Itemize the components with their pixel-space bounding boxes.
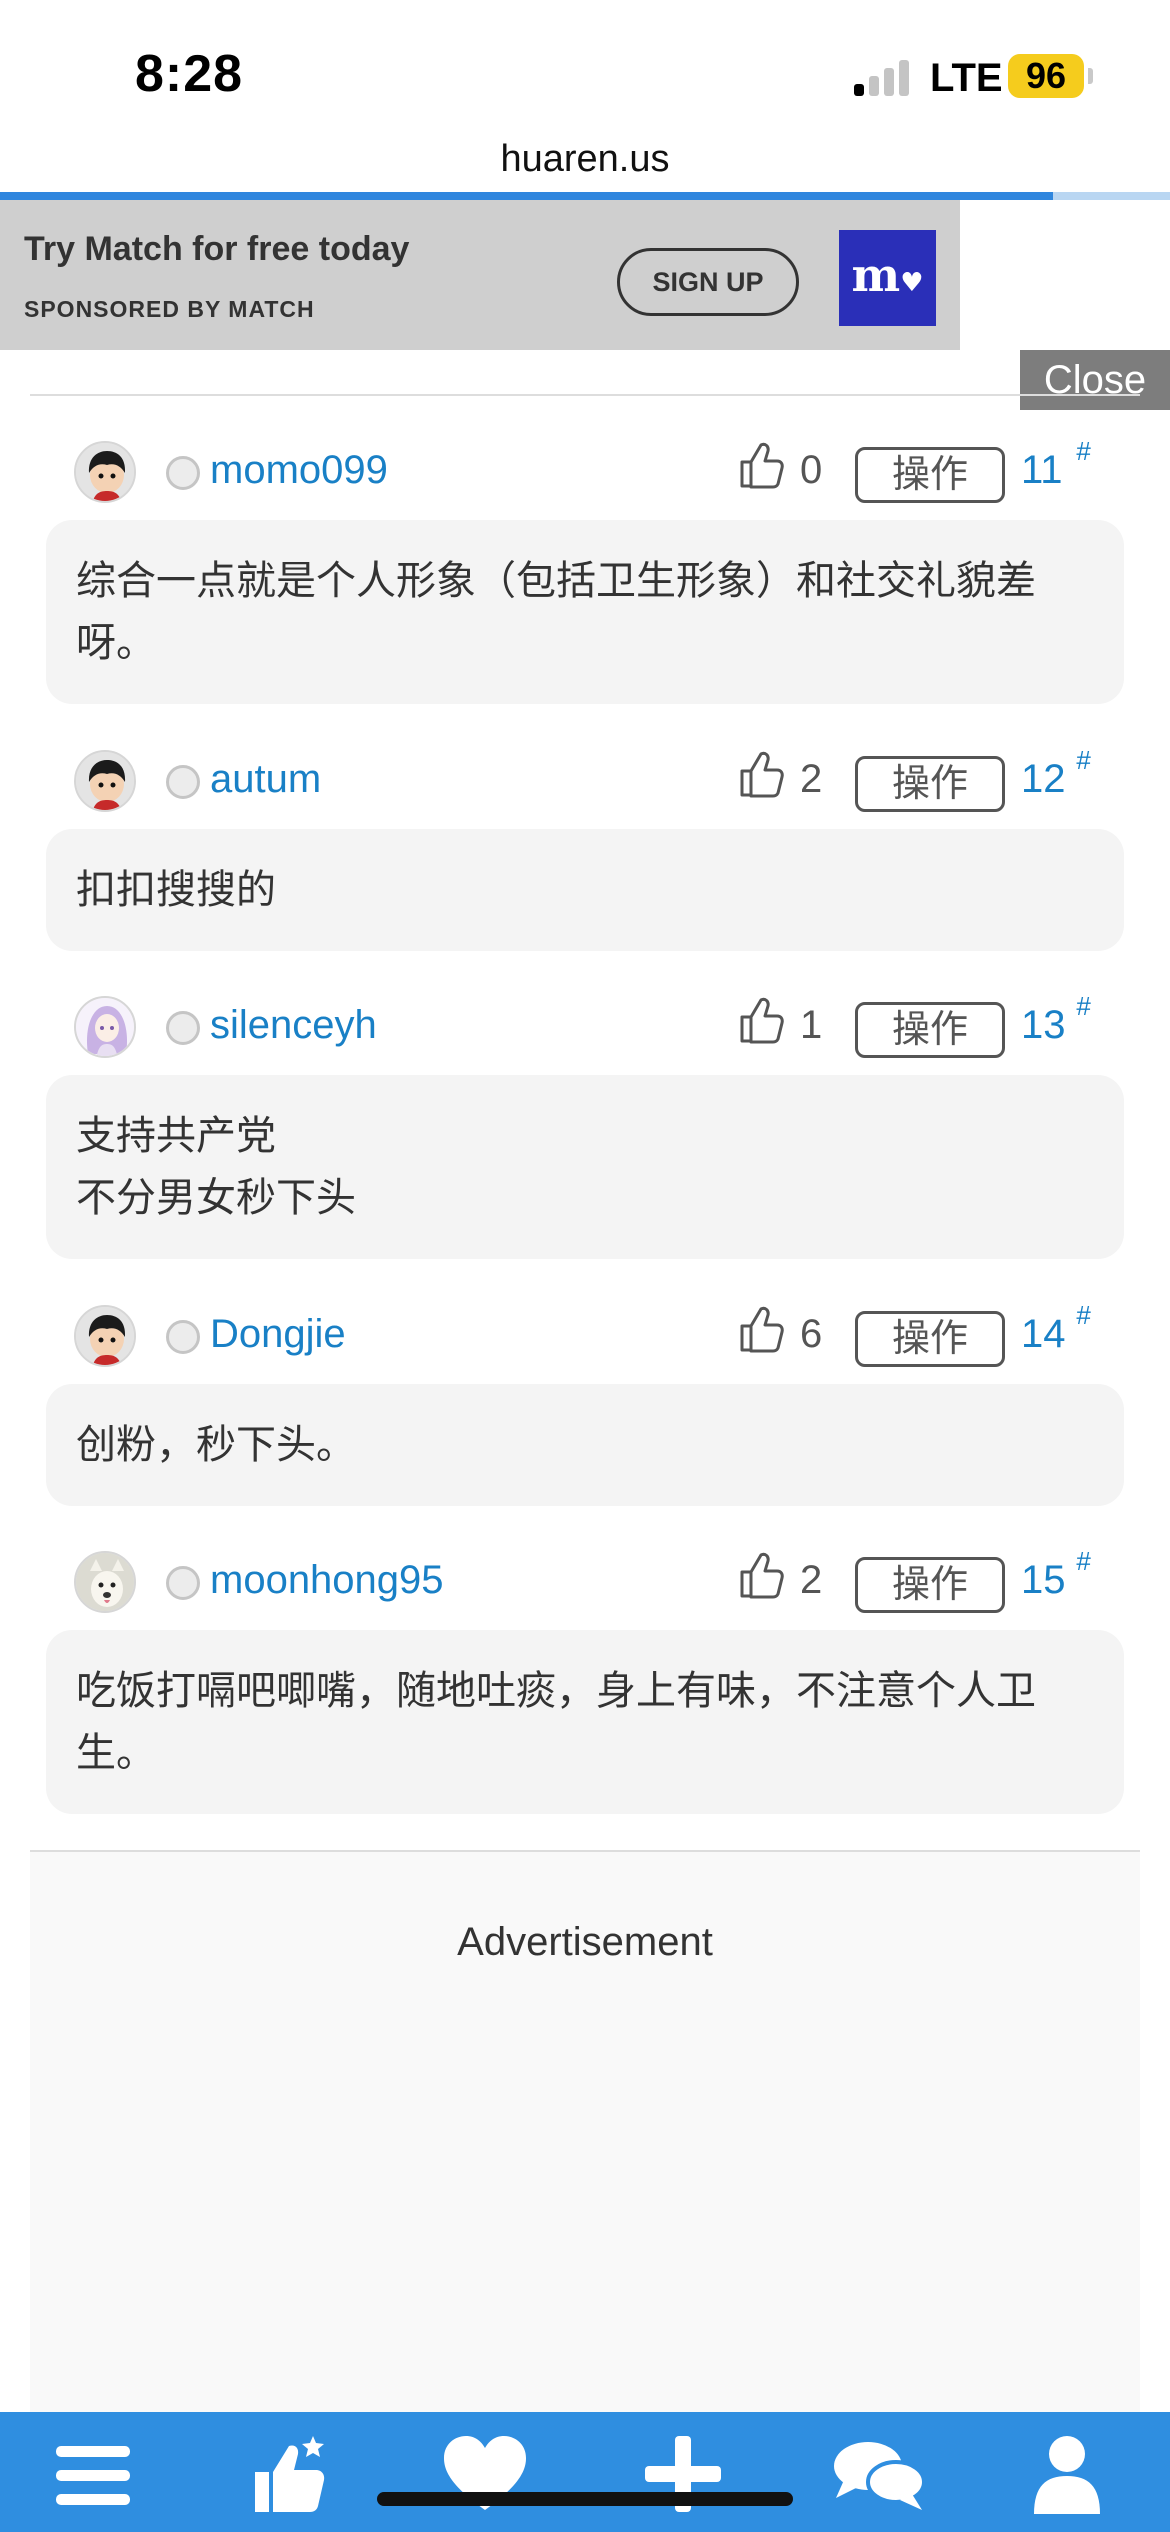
ad-title: Try Match for free today xyxy=(24,230,410,268)
post-item: momo099 0 操作 11 # 综合一点就是个人形象（包括卫生形象）和社交礼貌差 呀。 xyxy=(0,430,1170,704)
avatar[interactable] xyxy=(74,1551,136,1613)
post-text-line: 不分男女秒下头 xyxy=(76,1176,356,1220)
page: 8:28 LTE 96 huaren.us Try Match for free… xyxy=(0,0,1170,2532)
plus-icon[interactable] xyxy=(638,2430,738,2520)
advertisement-area: Advertisement xyxy=(30,1852,1140,2412)
heart-icon[interactable] xyxy=(440,2430,540,2520)
user-icon[interactable] xyxy=(1022,2430,1122,2520)
floor-number-link[interactable]: 15 xyxy=(1021,1558,1066,1603)
like-count: 2 xyxy=(800,1558,823,1602)
post-item: silenceyh 1 操作 13 # 支持共产党不分男女秒下头 xyxy=(0,985,1170,1259)
like-count: 0 xyxy=(800,448,823,492)
post-header: momo099 0 操作 11 # xyxy=(0,430,1170,520)
home-indicator xyxy=(377,2492,793,2506)
battery-icon: 96 xyxy=(1008,54,1084,98)
signal-icon xyxy=(854,60,914,96)
like-count: 2 xyxy=(800,757,823,801)
network-type: LTE xyxy=(930,56,1003,100)
avatar[interactable] xyxy=(74,750,136,812)
address-bar-url[interactable]: huaren.us xyxy=(0,138,1170,181)
username-link[interactable]: momo099 xyxy=(210,448,388,493)
page-load-progress-fill xyxy=(0,192,1053,200)
username-link[interactable]: moonhong95 xyxy=(210,1558,444,1603)
online-status-icon xyxy=(166,1566,200,1600)
action-button[interactable]: 操作 xyxy=(855,1311,1005,1367)
action-button[interactable]: 操作 xyxy=(855,1557,1005,1613)
online-status-icon xyxy=(166,456,200,490)
post-text-line: 吃饭打嗝吧唧嘴，随地吐痰，身上有味，不注意个人卫 xyxy=(76,1669,1036,1713)
like-count: 6 xyxy=(800,1312,823,1356)
ad-close-button[interactable]: Close xyxy=(1020,350,1170,410)
post-header: Dongjie 6 操作 14 # xyxy=(0,1294,1170,1384)
online-status-icon xyxy=(166,1320,200,1354)
post-body: 创粉，秒下头。 xyxy=(46,1384,1124,1506)
post-item: moonhong95 2 操作 15 # 吃饭打嗝吧唧嘴，随地吐痰，身上有味，不注意个人卫… xyxy=(0,1540,1170,1814)
post-body: 扣扣搜搜的 xyxy=(46,829,1124,951)
floor-hash: # xyxy=(1076,745,1091,775)
action-button[interactable]: 操作 xyxy=(855,447,1005,503)
bottom-nav xyxy=(0,2412,1170,2532)
floor-hash: # xyxy=(1076,1300,1091,1330)
thumbs-up-icon[interactable] xyxy=(738,993,786,1045)
match-logo-icon: m♥ xyxy=(839,230,936,326)
post-text-line: 扣扣搜搜的 xyxy=(76,868,276,912)
floor-number-link[interactable]: 14 xyxy=(1021,1312,1066,1357)
chat-icon[interactable] xyxy=(830,2430,930,2520)
ad-signup-button[interactable]: SIGN UP xyxy=(617,248,799,316)
post-item: autum 2 操作 12 # 扣扣搜搜的 xyxy=(0,739,1170,951)
status-time: 8:28 xyxy=(135,45,244,103)
post-header: autum 2 操作 12 # xyxy=(0,739,1170,829)
avatar[interactable] xyxy=(74,996,136,1058)
heart-mini-icon: ♥ xyxy=(900,268,924,298)
online-status-icon xyxy=(166,1011,200,1045)
thumbs-up-icon[interactable] xyxy=(738,438,786,490)
divider xyxy=(30,394,1140,396)
post-text-line: 支持共产党 xyxy=(76,1114,276,1158)
floor-hash: # xyxy=(1076,991,1091,1021)
action-button[interactable]: 操作 xyxy=(855,756,1005,812)
thumbs-up-icon[interactable] xyxy=(738,747,786,799)
thumbs-up-star-icon[interactable] xyxy=(245,2430,345,2520)
advertisement-label: Advertisement xyxy=(457,1920,713,1964)
post-item: Dongjie 6 操作 14 # 创粉，秒下头。 xyxy=(0,1294,1170,1506)
menu-icon[interactable] xyxy=(48,2430,148,2520)
battery-tip xyxy=(1088,68,1093,84)
sponsored-ad-banner[interactable]: Try Match for free today SPONSORED BY MA… xyxy=(0,200,960,350)
post-text-line: 呀。 xyxy=(76,621,156,665)
action-button[interactable]: 操作 xyxy=(855,1002,1005,1058)
avatar[interactable] xyxy=(74,441,136,503)
status-bar: 8:28 LTE 96 xyxy=(0,0,1170,150)
online-status-icon xyxy=(166,765,200,799)
floor-number-link[interactable]: 11 xyxy=(1021,448,1063,493)
post-text-line: 综合一点就是个人形象（包括卫生形象）和社交礼貌差 xyxy=(76,559,1036,603)
ad-sponsor-label: SPONSORED BY MATCH xyxy=(24,296,315,322)
username-link[interactable]: Dongjie xyxy=(210,1312,346,1357)
floor-hash: # xyxy=(1076,436,1091,466)
post-body: 吃饭打嗝吧唧嘴，随地吐痰，身上有味，不注意个人卫 生。 xyxy=(46,1630,1124,1814)
thumbs-up-icon[interactable] xyxy=(738,1302,786,1354)
post-text-line: 创粉，秒下头。 xyxy=(76,1423,356,1467)
page-load-progress xyxy=(0,192,1170,200)
floor-hash: # xyxy=(1076,1546,1091,1576)
post-body: 综合一点就是个人形象（包括卫生形象）和社交礼貌差 呀。 xyxy=(46,520,1124,704)
post-body: 支持共产党不分男女秒下头 xyxy=(46,1075,1124,1259)
post-text-line: 生。 xyxy=(76,1731,156,1775)
match-logo-text: m xyxy=(851,248,901,302)
like-count: 1 xyxy=(800,1003,823,1047)
username-link[interactable]: silenceyh xyxy=(210,1003,377,1048)
floor-number-link[interactable]: 13 xyxy=(1021,1003,1066,1048)
username-link[interactable]: autum xyxy=(210,757,321,802)
floor-number-link[interactable]: 12 xyxy=(1021,757,1066,802)
post-header: silenceyh 1 操作 13 # xyxy=(0,985,1170,1075)
avatar[interactable] xyxy=(74,1305,136,1367)
thumbs-up-icon[interactable] xyxy=(738,1548,786,1600)
post-header: moonhong95 2 操作 15 # xyxy=(0,1540,1170,1630)
